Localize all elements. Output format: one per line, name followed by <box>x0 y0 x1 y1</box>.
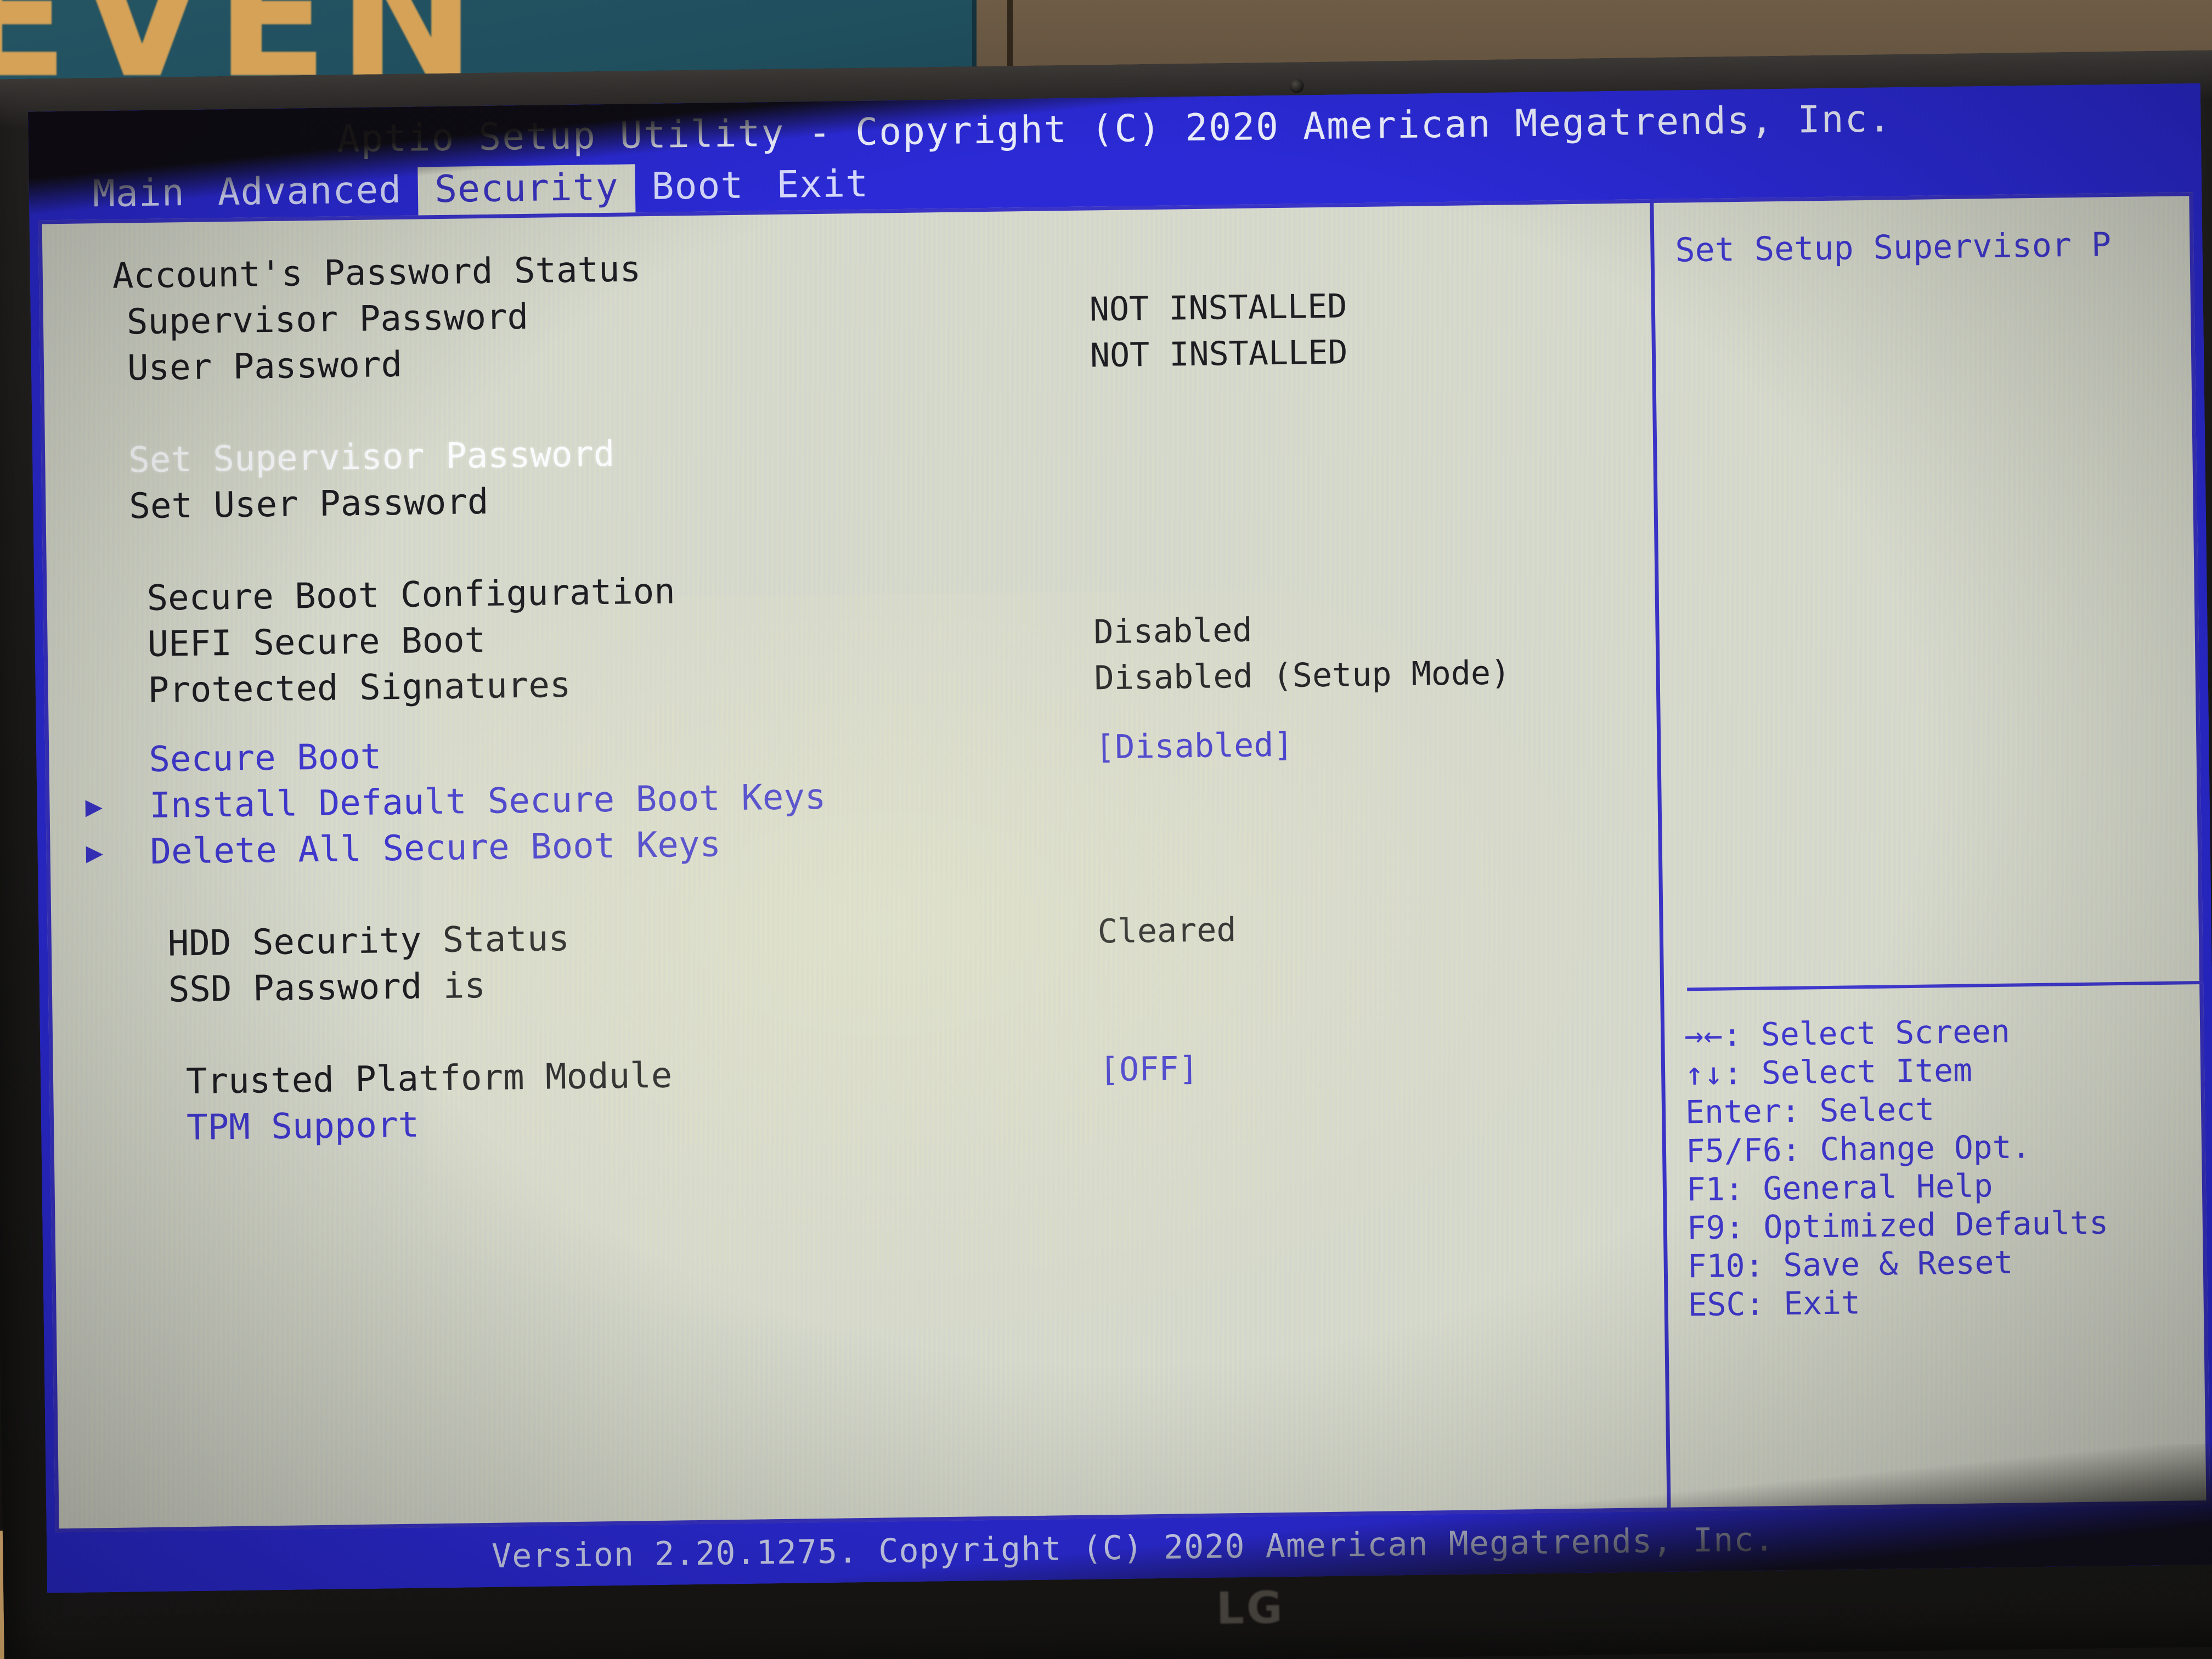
tab-boot[interactable]: Boot <box>635 162 760 213</box>
key-select-item: ↑↓: Select Item <box>1684 1051 1973 1093</box>
row-value: NOT INSTALLED <box>1089 287 1347 329</box>
row-value[interactable]: [Disabled] <box>1095 726 1294 767</box>
tab-security[interactable]: Security <box>417 164 636 217</box>
aptio-setup-utility: Aptio Setup Utility - Copyright (C) 2020… <box>27 83 2212 1593</box>
lg-logo: LG <box>1216 1582 1285 1634</box>
row-value: NOT INSTALLED <box>1090 333 1348 375</box>
row-label: Account's Password Status <box>112 249 641 297</box>
row-label: Secure Boot Configuration <box>146 571 676 619</box>
bios-screen: Aptio Setup Utility - Copyright (C) 2020… <box>27 83 2212 1593</box>
photo-of-laptop-bios-screen: EVEN Together LG Aptio Setup Utility - C… <box>0 0 2212 1659</box>
key-legend: →←: Select Screen ↑↓: Select Item Enter:… <box>1684 1009 2212 1324</box>
key-change-opt: F5/F6: Change Opt. <box>1685 1127 2031 1170</box>
key-select-screen: →←: Select Screen <box>1684 1012 2011 1054</box>
row-value[interactable]: [OFF] <box>1099 1049 1199 1089</box>
help-description: Set Setup Supervisor P <box>1675 225 2112 270</box>
submenu-arrow-icon: ▶ <box>85 790 103 823</box>
row-label[interactable]: Set User Password <box>129 482 489 527</box>
key-general-help: F1: General Help <box>1686 1166 1994 1209</box>
security-settings-list: Account's Password Status Supervisor Pas… <box>30 199 1667 1532</box>
row-value: Cleared <box>1097 911 1237 951</box>
row-label: SSD Password is <box>168 966 486 1011</box>
tab-exit[interactable]: Exit <box>760 161 885 212</box>
help-divider <box>1687 981 2203 991</box>
row-value: Disabled <box>1093 611 1252 652</box>
submenu-arrow-icon: ▶ <box>86 836 104 870</box>
row-label: User Password <box>127 344 403 389</box>
row-label[interactable]: Delete All Secure Boot Keys <box>150 824 721 872</box>
row-label[interactable]: Secure Boot <box>149 736 382 780</box>
row-label: UEFI Secure Boot <box>147 619 486 665</box>
key-save-and-reset: F10: Save & Reset <box>1687 1243 2013 1285</box>
key-esc-exit: ESC: Exit <box>1688 1284 1861 1324</box>
tab-main[interactable]: Main <box>76 170 201 221</box>
wall-seam <box>1007 0 1013 71</box>
row-label: Supervisor Password <box>126 296 529 343</box>
help-panel: Set Setup Supervisor P →←: Select Screen… <box>1654 192 2212 1511</box>
row-label[interactable]: TPM Support <box>187 1105 420 1149</box>
row-label: Trusted Platform Module <box>185 1055 673 1103</box>
laptop-chassis: LG Aptio Setup Utility - Copyright (C) 2… <box>0 50 2212 1659</box>
tab-advanced[interactable]: Advanced <box>201 167 419 219</box>
row-label: Protected Signatures <box>148 664 571 712</box>
row-label: HDD Security Status <box>167 918 570 964</box>
key-enter-select: Enter: Select <box>1685 1090 1935 1131</box>
key-optimized-defaults: F9: Optimized Defaults <box>1686 1204 2109 1247</box>
row-label[interactable]: Set Supervisor Password <box>128 434 615 481</box>
row-label[interactable]: Install Default Secure Boot Keys <box>149 777 826 826</box>
row-value: Disabled (Setup Mode) <box>1094 653 1511 698</box>
